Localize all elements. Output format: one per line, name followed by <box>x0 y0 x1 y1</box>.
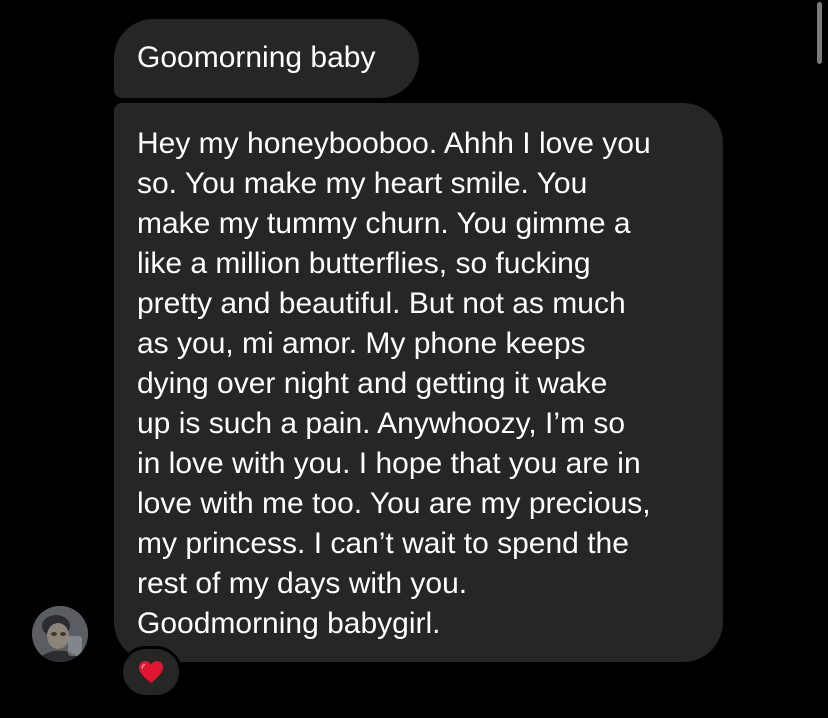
message-line: make my tummy churn. You gimme a <box>137 207 631 240</box>
message-line: like a million butterflies, so fucking <box>137 247 591 280</box>
message-bubble-first[interactable]: Goomorning baby <box>114 19 419 98</box>
message-line: dying over night and getting it wake <box>137 367 608 400</box>
message-line: my princess. I can’t wait to spend the <box>137 527 629 560</box>
message-line: rest of my days with you. <box>137 567 468 600</box>
message-bubble-second[interactable]: Hey my honeybooboo. Ahhh I love you so. … <box>114 103 723 662</box>
sender-avatar[interactable] <box>32 606 88 662</box>
message-line: love with me too. You are my precious, <box>137 487 651 520</box>
message-line: pretty and beautiful. But not as much <box>137 287 626 320</box>
message-line: Goodmorning babygirl. <box>137 607 441 640</box>
scrollbar[interactable] <box>817 2 822 64</box>
reaction-badge[interactable] <box>120 646 182 698</box>
message-text-first: Goomorning baby <box>137 41 376 74</box>
message-line: Hey my honeybooboo. Ahhh I love you <box>137 127 651 160</box>
message-line: so. You make my heart smile. You <box>137 167 588 200</box>
message-line: in love with you. I hope that you are in <box>137 447 641 480</box>
avatar-photo <box>32 606 88 662</box>
message-line: up is such a pain. Anywhoozy, I’m so <box>137 407 626 440</box>
message-line: as you, mi amor. My phone keeps <box>137 327 586 360</box>
red-heart-icon <box>139 661 163 683</box>
